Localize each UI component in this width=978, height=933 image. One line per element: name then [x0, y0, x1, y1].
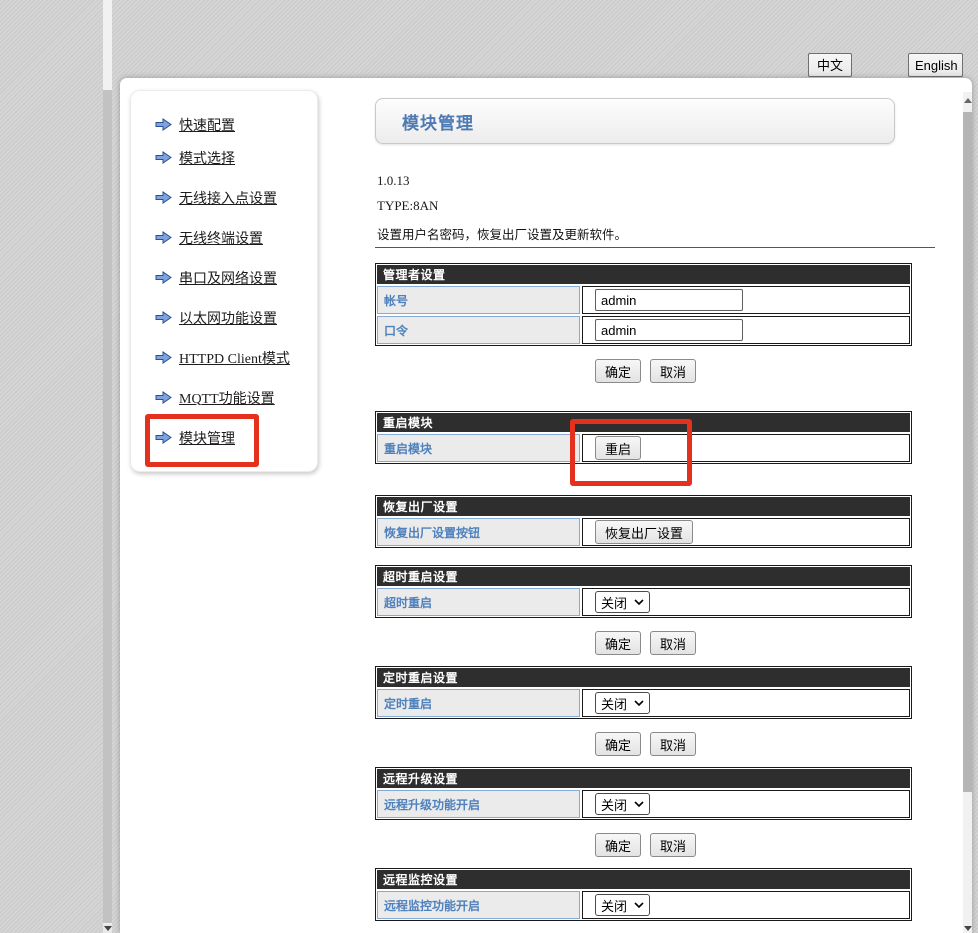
sidebar-item-wireless-ap[interactable]: 无线接入点设置	[155, 188, 317, 207]
section-title: 恢复出厂设置	[377, 497, 910, 516]
sidebar-item-quick-config[interactable]: 快速配置	[155, 115, 317, 134]
section-title: 远程监控设置	[377, 870, 910, 889]
field-label: 远程监控功能开启	[377, 891, 580, 919]
chevron-down-icon	[634, 902, 644, 908]
remote-upgrade-select[interactable]: 关闭	[595, 793, 650, 815]
sidebar-item-label: 模式选择	[179, 148, 235, 168]
cancel-button[interactable]: 取消	[650, 631, 696, 655]
sidebar-item-label: 串口及网络设置	[179, 268, 277, 288]
chevron-down-icon	[634, 700, 644, 706]
field-label: 定时重启	[377, 689, 580, 717]
table-row: 定时重启 关闭	[377, 689, 910, 717]
cancel-button[interactable]: 取消	[650, 359, 696, 383]
ok-button[interactable]: 确定	[595, 732, 641, 756]
arrow-right-icon	[155, 311, 172, 324]
field-label: 重启模块	[377, 434, 580, 462]
page-title: 模块管理	[402, 109, 474, 134]
table-row: 帐号	[377, 286, 910, 314]
account-input[interactable]	[595, 289, 743, 311]
content-scrollbar[interactable]	[963, 92, 972, 933]
chevron-down-icon	[634, 801, 644, 807]
arrow-right-icon	[155, 151, 172, 164]
ok-button[interactable]: 确定	[595, 359, 641, 383]
scheduled-restart-select[interactable]: 关闭	[595, 692, 650, 714]
table-row: 远程监控功能开启 关闭	[377, 891, 910, 919]
content-scroll-up-button[interactable]	[963, 96, 972, 105]
left-scroll-down-button[interactable]	[103, 924, 112, 933]
table-row: 超时重启 关闭	[377, 588, 910, 616]
field-label: 恢复出厂设置按钮	[377, 518, 580, 546]
cancel-button[interactable]: 取消	[650, 732, 696, 756]
factory-reset-button[interactable]: 恢复出厂设置	[595, 520, 693, 544]
cancel-button[interactable]: 取消	[650, 833, 696, 857]
arrow-right-icon	[155, 351, 172, 364]
section-timeout-restart: 超时重启设置 超时重启 关闭 确定 取消	[375, 565, 912, 655]
annotation-box-restart-button	[570, 419, 692, 486]
chevron-down-icon	[634, 599, 644, 605]
page-description: 设置用户名密码，恢复出厂设置及更新软件。	[377, 224, 627, 243]
table-row: 远程升级功能开启 关闭	[377, 790, 910, 818]
section-remote-monitoring: 远程监控设置 远程监控功能开启 关闭 确定 取消	[375, 868, 912, 933]
sidebar-item-label: 以太网功能设置	[179, 308, 277, 328]
section-title: 管理者设置	[377, 265, 910, 284]
sidebar-item-mqtt[interactable]: MQTT功能设置	[155, 388, 317, 407]
field-label: 远程升级功能开启	[377, 790, 580, 818]
ok-button[interactable]: 确定	[595, 631, 641, 655]
password-input[interactable]	[595, 319, 743, 341]
section-scheduled-restart: 定时重启设置 定时重启 关闭 确定 取消	[375, 666, 912, 756]
sidebar-item-httpd-client[interactable]: HTTPD Client模式	[155, 348, 317, 367]
language-chinese-button[interactable]: 中文	[808, 53, 852, 77]
remote-monitoring-select[interactable]: 关闭	[595, 894, 650, 916]
annotation-box-module-management	[145, 414, 259, 467]
arrow-right-icon	[155, 391, 172, 404]
triangle-up-icon	[964, 98, 972, 103]
table-row: 口令	[377, 316, 910, 344]
left-frame-scrollbar[interactable]	[103, 0, 112, 933]
sidebar-item-wireless-sta[interactable]: 无线终端设置	[155, 228, 317, 247]
triangle-down-icon	[104, 926, 112, 931]
arrow-right-icon	[155, 271, 172, 284]
arrow-right-icon	[155, 118, 172, 131]
page-title-banner: 模块管理	[375, 98, 895, 144]
sidebar-item-serial-network[interactable]: 串口及网络设置	[155, 268, 317, 287]
sidebar-item-label: 无线接入点设置	[179, 188, 277, 208]
sidebar-item-mode-select[interactable]: 模式选择	[155, 148, 317, 167]
section-remote-upgrade: 远程升级设置 远程升级功能开启 关闭 确定 取消	[375, 767, 912, 857]
device-type: TYPE:8AN	[377, 198, 438, 214]
sidebar-item-label: 快速配置	[179, 115, 235, 135]
field-label: 口令	[377, 316, 580, 344]
language-english-button[interactable]: English	[908, 53, 963, 77]
timeout-restart-select[interactable]: 关闭	[595, 591, 650, 613]
triangle-down-icon	[964, 926, 972, 931]
content-scroll-down-button[interactable]	[963, 924, 972, 933]
sidebar-item-label: HTTPD Client模式	[179, 348, 290, 368]
arrow-right-icon	[155, 231, 172, 244]
section-factory-reset: 恢复出厂设置 恢复出厂设置按钮 恢复出厂设置	[375, 495, 912, 548]
field-label: 帐号	[377, 286, 580, 314]
ok-button[interactable]: 确定	[595, 833, 641, 857]
divider	[375, 247, 935, 248]
router-admin-page: 中文 English 快速配置 模式选择 无线接入点设置 无线终端设置 串口及网…	[0, 0, 978, 933]
firmware-version: 1.0.13	[377, 173, 410, 189]
section-title: 超时重启设置	[377, 567, 910, 586]
left-scrollbar-thumb[interactable]	[103, 90, 112, 923]
sidebar-item-label: MQTT功能设置	[179, 388, 275, 408]
arrow-right-icon	[155, 191, 172, 204]
table-row: 恢复出厂设置按钮 恢复出厂设置	[377, 518, 910, 546]
section-title: 定时重启设置	[377, 668, 910, 687]
section-admin-settings: 管理者设置 帐号 口令 确定 取消	[375, 263, 912, 383]
field-label: 超时重启	[377, 588, 580, 616]
sidebar-item-label: 无线终端设置	[179, 228, 263, 248]
content-scrollbar-thumb[interactable]	[963, 112, 972, 792]
section-title: 远程升级设置	[377, 769, 910, 788]
sidebar-item-ethernet[interactable]: 以太网功能设置	[155, 308, 317, 327]
